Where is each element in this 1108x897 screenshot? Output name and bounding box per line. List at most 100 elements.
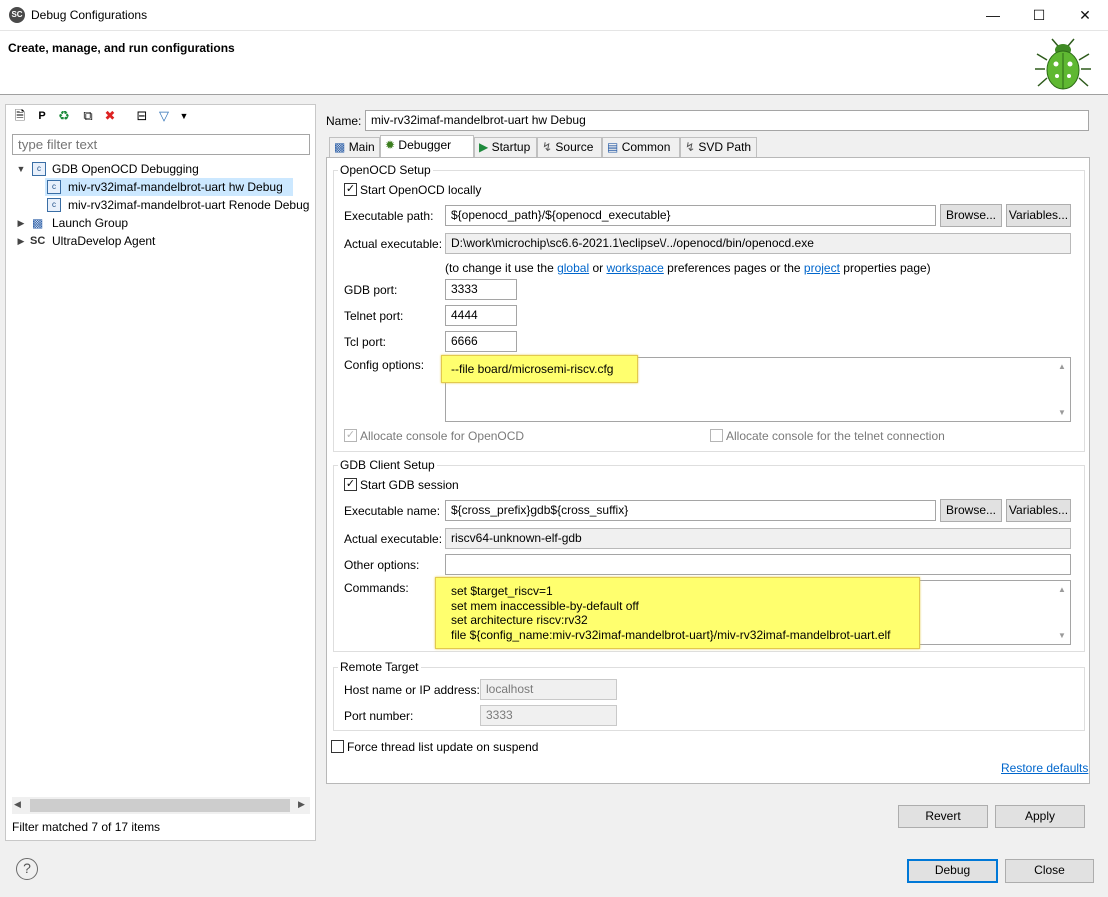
restore-defaults-link[interactable]: Restore defaults: [1001, 761, 1088, 775]
maximize-icon[interactable]: ☐: [1016, 0, 1062, 31]
debugger-tab-icon: ✹: [385, 138, 396, 152]
tree-item-label: UltraDevelop Agent: [52, 234, 156, 248]
sc-agent-icon: SC: [30, 235, 46, 247]
project-link[interactable]: project: [804, 261, 840, 275]
tcl-port-label: Tcl port:: [344, 335, 387, 349]
commands-label: Commands:: [344, 581, 409, 595]
start-gdb-checkbox[interactable]: ✓: [344, 478, 357, 491]
window-title: Debug Configurations: [31, 8, 148, 22]
common-icon: ▤: [607, 140, 619, 154]
minimize-icon[interactable]: —: [970, 0, 1016, 31]
gdb-variables-button[interactable]: Variables...: [1006, 499, 1071, 522]
tab-svd-path[interactable]: ↯ SVD Path: [680, 137, 757, 157]
command-line: set $target_riscv=1: [451, 584, 553, 598]
gdb-browse-button[interactable]: Browse...: [940, 499, 1002, 522]
other-options-input[interactable]: [445, 554, 1071, 575]
tab-debugger[interactable]: ✹ Debugger: [380, 135, 474, 158]
gdb-port-input[interactable]: 3333: [445, 279, 517, 300]
alloc-telnet-checkbox[interactable]: [710, 429, 723, 442]
tab-startup[interactable]: ▶ Startup: [474, 137, 537, 157]
play-icon: ▶: [479, 140, 489, 154]
gdb-port-label: GDB port:: [344, 283, 398, 297]
svd-icon: ↯: [685, 140, 696, 154]
scrollbar-thumb[interactable]: [30, 799, 290, 812]
close-button[interactable]: Close: [1005, 859, 1094, 883]
filter-status: Filter matched 7 of 17 items: [12, 820, 161, 834]
remote-target-group: [333, 667, 1085, 731]
collapse-all-icon[interactable]: ⊟: [134, 108, 150, 124]
tab-main[interactable]: ▩ Main: [329, 137, 380, 157]
commands-text: set $target_riscv=1 set mem inaccessible…: [451, 584, 891, 642]
alloc-console-label: Allocate console for OpenOCD: [360, 429, 525, 443]
scroll-down-icon[interactable]: ▼: [1058, 631, 1066, 640]
port-number-input[interactable]: 3333: [480, 705, 617, 726]
main-tab-icon: ▩: [334, 140, 346, 154]
view-menu-icon[interactable]: ▼: [176, 108, 192, 124]
banner-title: Create, manage, and run configurations: [8, 41, 235, 55]
chevron-right-icon[interactable]: ▶: [16, 214, 26, 232]
tab-common[interactable]: ▤ Common: [602, 137, 680, 157]
openocd-browse-button[interactable]: Browse...: [940, 204, 1002, 227]
tree-item-renode-debug[interactable]: c miv-rv32imaf-mandelbrot-uart Renode De…: [45, 196, 310, 214]
export-icon[interactable]: ♻: [56, 108, 72, 124]
tree-item-hw-debug[interactable]: c miv-rv32imaf-mandelbrot-uart hw Debug: [45, 178, 293, 196]
tab-label: Debugger: [398, 138, 452, 152]
chevron-right-icon[interactable]: ▶: [16, 232, 26, 250]
alloc-telnet-label: Allocate console for the telnet connecti…: [726, 429, 945, 443]
alloc-console-checkbox[interactable]: ✓: [344, 429, 357, 442]
duplicate-icon[interactable]: ⧉: [80, 108, 96, 124]
openocd-exe-label: Executable path:: [344, 209, 434, 223]
tcl-port-input[interactable]: 6666: [445, 331, 517, 352]
new-config-icon[interactable]: 🗎: [12, 108, 28, 124]
tab-label: Source: [555, 140, 594, 154]
gdb-exe-label: Executable name:: [344, 504, 441, 518]
gdb-actual-label: Actual executable:: [344, 532, 443, 546]
scroll-up-icon[interactable]: ▲: [1058, 585, 1066, 594]
global-link[interactable]: global: [557, 261, 589, 275]
workspace-link[interactable]: workspace: [606, 261, 663, 275]
hint-text: preferences pages or the: [663, 261, 804, 275]
delete-icon[interactable]: ✖: [102, 108, 118, 124]
close-window-icon[interactable]: ✕: [1062, 0, 1108, 31]
config-options-label: Config options:: [344, 358, 425, 372]
force-thread-checkbox[interactable]: [331, 740, 344, 753]
telnet-port-label: Telnet port:: [344, 309, 404, 323]
c-config-icon: c: [32, 162, 46, 176]
gdb-actual-exe: riscv64-unknown-elf-gdb: [445, 528, 1071, 549]
app-icon: SC: [9, 7, 25, 23]
gdb-exe-input[interactable]: ${cross_prefix}gdb${cross_suffix}: [445, 500, 936, 521]
tree-item-label: GDB OpenOCD Debugging: [52, 162, 199, 176]
title-bar: [0, 0, 1108, 31]
tab-source[interactable]: ↯ Source: [537, 137, 602, 157]
revert-button[interactable]: Revert: [898, 805, 988, 828]
config-name-input[interactable]: miv-rv32imaf-mandelbrot-uart hw Debug: [365, 110, 1089, 131]
filter-icon[interactable]: ▽: [156, 108, 172, 124]
start-openocd-checkbox[interactable]: ✓: [344, 183, 357, 196]
apply-button[interactable]: Apply: [995, 805, 1085, 828]
filter-input[interactable]: [12, 134, 310, 155]
scroll-right-icon[interactable]: ▶: [298, 799, 305, 810]
debug-button[interactable]: Debug: [907, 859, 998, 883]
tab-label: SVD Path: [698, 140, 752, 154]
tree-item-label: miv-rv32imaf-mandelbrot-uart hw Debug: [68, 180, 283, 194]
start-openocd-label: Start OpenOCD locally: [360, 183, 482, 197]
name-label: Name:: [326, 114, 362, 128]
scroll-left-icon[interactable]: ◀: [14, 799, 21, 810]
telnet-port-input[interactable]: 4444: [445, 305, 517, 326]
chevron-down-icon[interactable]: ▼: [16, 160, 26, 178]
host-input[interactable]: localhost: [480, 679, 617, 700]
hint-text: (to change it use the: [445, 261, 558, 275]
preferences-hint: (to change it use the global or workspac…: [445, 261, 931, 275]
host-label: Host name or IP address:: [344, 683, 480, 697]
openocd-variables-button[interactable]: Variables...: [1006, 204, 1071, 227]
other-options-label: Other options:: [344, 558, 420, 572]
openocd-exe-input[interactable]: ${openocd_path}/${openocd_executable}: [445, 205, 936, 226]
port-number-label: Port number:: [344, 709, 414, 723]
force-thread-label: Force thread list update on suspend: [347, 740, 539, 754]
hint-text: or: [589, 261, 607, 275]
new-prototype-icon[interactable]: P: [34, 108, 50, 124]
help-icon[interactable]: ?: [16, 858, 38, 880]
openocd-group-title: OpenOCD Setup: [338, 163, 433, 177]
scroll-up-icon[interactable]: ▲: [1058, 362, 1066, 371]
scroll-down-icon[interactable]: ▼: [1058, 408, 1066, 417]
